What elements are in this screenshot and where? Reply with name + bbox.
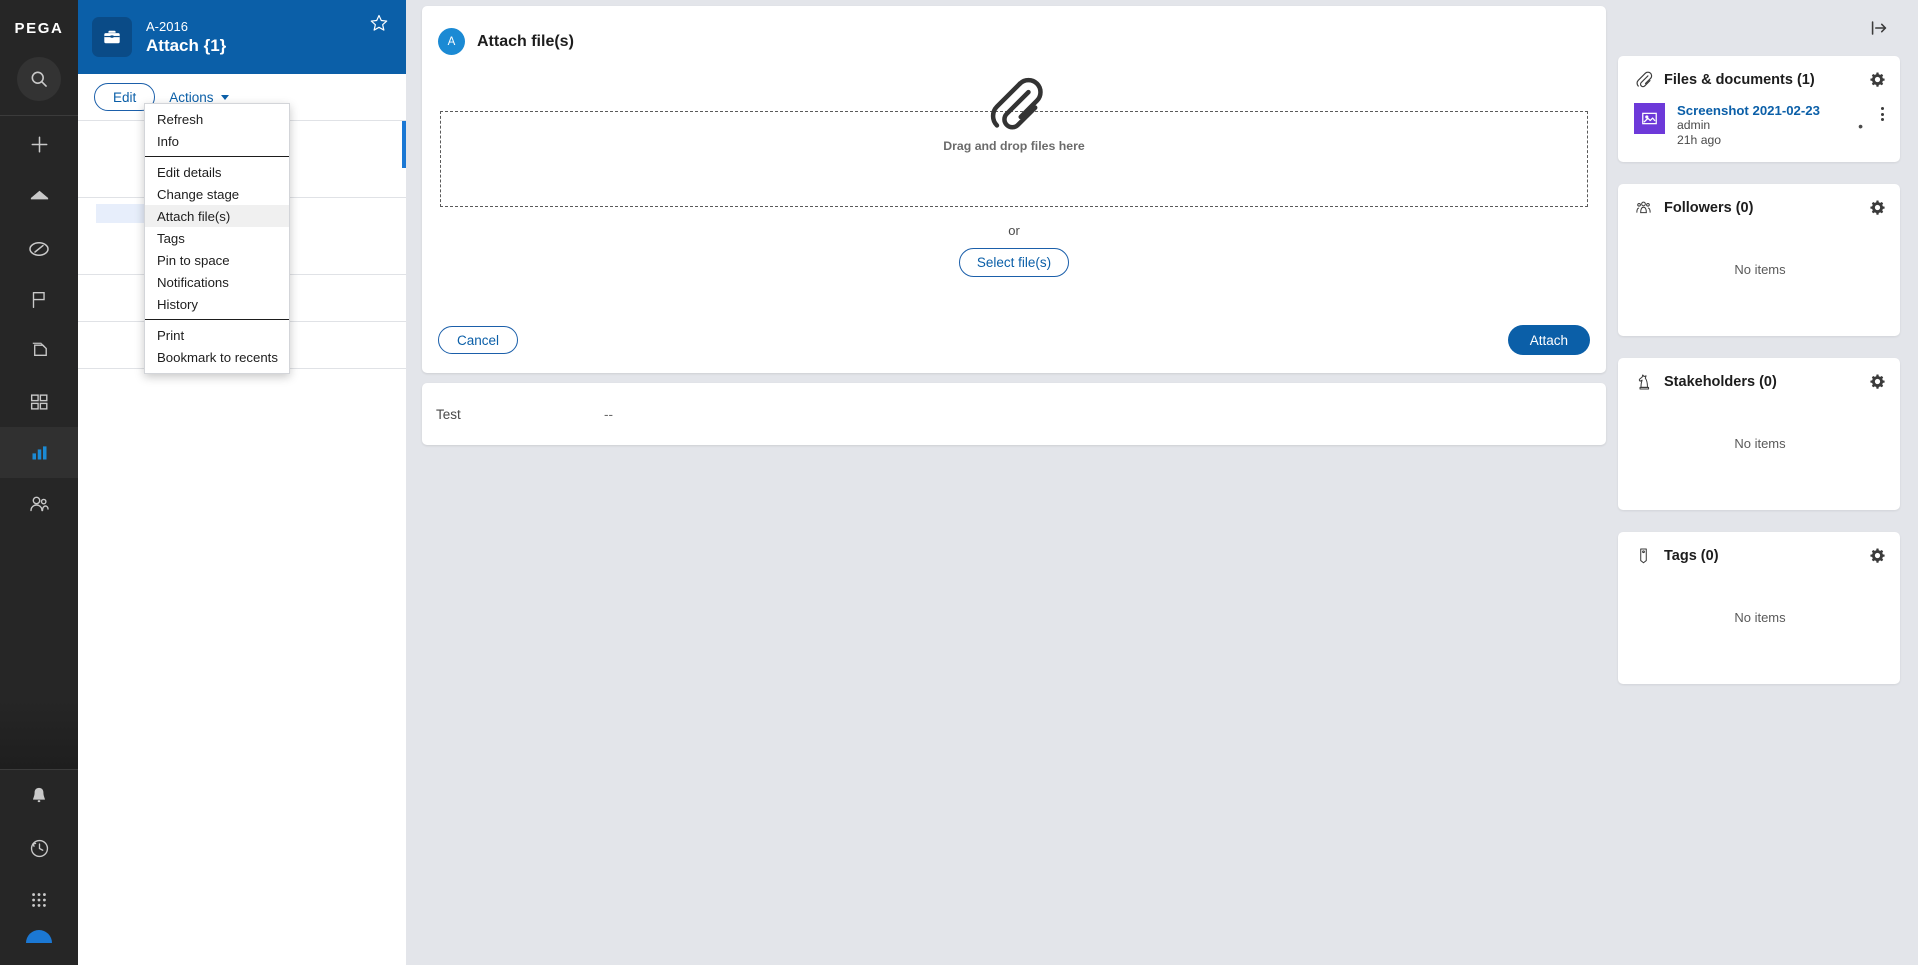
case-titles: A-2016 Attach {1} <box>146 18 226 57</box>
sidebar-item-create-new[interactable] <box>0 116 78 172</box>
attach-files-card: A Attach file(s) Drag and drop files her… <box>422 6 1606 373</box>
menu-item-print[interactable]: Print <box>145 324 289 346</box>
dropzone-or-text: or <box>1008 223 1020 238</box>
tag-icon <box>1634 546 1653 565</box>
sidebar-item-teams[interactable] <box>0 478 78 529</box>
utility-card-stakeholders: Stakeholders (0) No items <box>1618 358 1900 510</box>
sidebar-item-dashboard[interactable] <box>0 223 78 274</box>
utility-card-title: Stakeholders (0) <box>1664 373 1777 390</box>
gear-icon[interactable] <box>1869 547 1886 564</box>
avatar: A <box>438 28 465 55</box>
menu-item-history[interactable]: History <box>145 293 289 315</box>
utility-card-title: Followers (0) <box>1664 199 1754 216</box>
case-pane: A-2016 Attach {1} Edit Actions w n n Ref… <box>78 0 406 965</box>
utility-card-header: Tags (0) <box>1634 546 1886 565</box>
paperclip-icon <box>983 73 1045 135</box>
utility-topbar <box>1618 0 1900 56</box>
sidebar-item-documents[interactable] <box>0 325 78 376</box>
image-icon <box>1634 103 1665 134</box>
utility-card-header: Files & documents (1) <box>1634 70 1886 89</box>
case-id: A-2016 <box>146 18 188 34</box>
file-author: admin <box>1677 118 1711 132</box>
sidebar-item-home[interactable] <box>0 172 78 223</box>
menu-item-refresh[interactable]: Refresh <box>145 108 289 130</box>
menu-item-tags[interactable]: Tags <box>145 227 289 249</box>
pega-logo: PEGA <box>14 20 64 37</box>
utility-card-tags: Tags (0) No items <box>1618 532 1900 684</box>
menu-separator <box>145 156 289 157</box>
menu-item-info[interactable]: Info <box>145 130 289 152</box>
attach-form-title: Attach file(s) <box>477 32 574 50</box>
followers-icon <box>1634 198 1653 217</box>
star-outline-icon[interactable] <box>368 12 390 34</box>
menu-item-change-stage[interactable]: Change stage <box>145 183 289 205</box>
empty-state-text: No items <box>1734 610 1786 625</box>
nav-bottom-group <box>0 770 78 965</box>
menu-item-notifications[interactable]: Notifications <box>145 271 289 293</box>
menu-item-edit-details[interactable]: Edit details <box>145 161 289 183</box>
attach-submit-button[interactable]: Attach <box>1507 325 1590 355</box>
utility-card-title: Files & documents (1) <box>1664 71 1815 88</box>
main-center-column: A Attach file(s) Drag and drop files her… <box>406 0 1618 965</box>
menu-item-attach-files[interactable]: Attach file(s) <box>145 205 289 227</box>
cancel-button[interactable]: Cancel <box>438 326 519 354</box>
list-item[interactable]: Screenshot 2021-02-23 admin 21h ago • <box>1634 103 1886 148</box>
utility-panel: Files & documents (1) Screenshot 2021-02… <box>1618 0 1918 965</box>
bell-icon[interactable] <box>0 770 78 822</box>
case-header: A-2016 Attach {1} <box>78 0 406 74</box>
utility-card-files-and-documents: Files & documents (1) Screenshot 2021-02… <box>1618 56 1900 162</box>
briefcase-icon <box>92 17 132 57</box>
gear-icon[interactable] <box>1869 71 1886 88</box>
select-files-row: Select file(s) <box>438 248 1590 277</box>
file-age: 21h ago <box>1677 133 1722 147</box>
left-nav-rail: PEGA <box>0 0 78 965</box>
empty-state-text: No items <box>1734 436 1786 451</box>
menu-item-pin-to-space[interactable]: Pin to space <box>145 249 289 271</box>
menu-separator <box>145 319 289 320</box>
gear-icon[interactable] <box>1869 199 1886 216</box>
utility-card-header: Stakeholders (0) <box>1634 372 1886 391</box>
dropzone-content: Drag and drop files here <box>441 73 1587 153</box>
search-icon[interactable] <box>17 57 61 101</box>
avatar[interactable] <box>26 930 52 943</box>
utility-card-title: Tags (0) <box>1664 547 1719 564</box>
attach-form-header: A Attach file(s) <box>438 28 1590 55</box>
chess-knight-icon <box>1634 372 1653 391</box>
file-dropzone[interactable]: Drag and drop files here <box>440 77 1588 207</box>
utility-card-header: Followers (0) <box>1634 198 1886 217</box>
empty-state-text: No items <box>1734 262 1786 277</box>
detail-field-value: -- <box>604 406 613 422</box>
app-switcher-icon[interactable] <box>0 874 78 926</box>
detail-card: Test -- <box>422 383 1606 445</box>
sidebar-item-spaces[interactable] <box>0 376 78 427</box>
file-separator-dot: • <box>1858 117 1863 134</box>
paperclip-icon <box>1634 70 1653 89</box>
attach-form-footer: Cancel Attach <box>438 325 1590 355</box>
file-name-link[interactable]: Screenshot 2021-02-23 <box>1677 103 1842 118</box>
utility-card-followers: Followers (0) No items <box>1618 184 1900 336</box>
gear-icon[interactable] <box>1869 373 1886 390</box>
menu-item-bookmark-to-recents[interactable]: Bookmark to recents <box>145 346 289 368</box>
page-title: Attach {1} <box>146 35 227 55</box>
main-area: A Attach file(s) Drag and drop files her… <box>406 0 1918 965</box>
chevron-down-icon <box>220 94 229 100</box>
select-files-button[interactable]: Select file(s) <box>958 248 1070 277</box>
sidebar-item-reports[interactable] <box>0 427 78 478</box>
clock-history-icon[interactable] <box>0 822 78 874</box>
file-meta: Screenshot 2021-02-23 admin 21h ago <box>1677 103 1842 148</box>
kebab-menu-icon[interactable] <box>1879 103 1886 125</box>
case-row-accent <box>402 121 406 168</box>
sidebar-item-my-work[interactable] <box>0 274 78 325</box>
nav-fade-divider <box>0 699 78 769</box>
collapse-panel-right-icon[interactable] <box>1868 17 1890 39</box>
actions-dropdown-menu: Refresh Info Edit details Change stage A… <box>144 103 290 374</box>
detail-field-label: Test <box>436 406 461 422</box>
dropzone-caption: Drag and drop files here <box>943 139 1085 153</box>
app-root: PEGA A-2016 Attach {1} Edit Actions w n … <box>0 0 1918 965</box>
